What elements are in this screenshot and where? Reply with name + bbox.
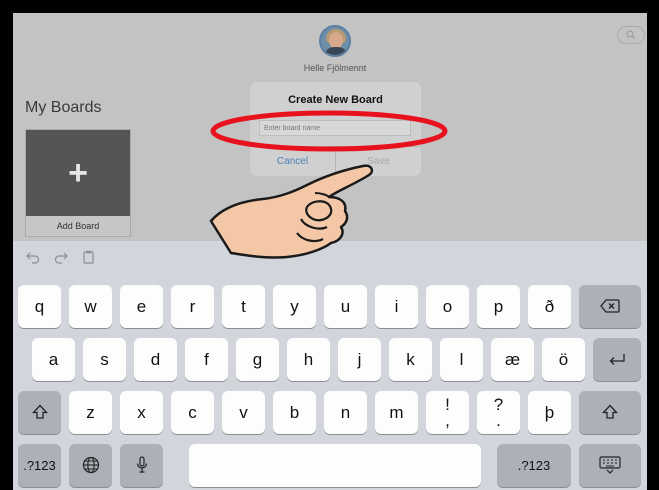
add-board-label: Add Board bbox=[26, 216, 130, 236]
save-button[interactable]: Save bbox=[336, 147, 421, 176]
shift-icon bbox=[31, 404, 48, 419]
key[interactable]: m bbox=[375, 391, 418, 434]
return-key[interactable] bbox=[593, 338, 641, 381]
key[interactable]: k bbox=[389, 338, 432, 381]
undo-icon[interactable] bbox=[25, 250, 41, 266]
plus-icon: + bbox=[68, 154, 88, 192]
key[interactable]: æ bbox=[491, 338, 534, 381]
user-avatar[interactable] bbox=[319, 25, 351, 57]
dictation-key[interactable] bbox=[120, 444, 163, 487]
shift-key-left[interactable] bbox=[18, 391, 61, 434]
key[interactable]: x bbox=[120, 391, 163, 434]
key[interactable]: l bbox=[440, 338, 483, 381]
return-icon bbox=[609, 354, 625, 365]
cancel-button[interactable]: Cancel bbox=[250, 147, 335, 176]
shift-icon bbox=[602, 404, 618, 419]
key[interactable]: c bbox=[171, 391, 214, 434]
backspace-key[interactable] bbox=[579, 285, 641, 328]
numbers-key-left[interactable]: .?123 bbox=[18, 444, 61, 487]
redo-icon[interactable] bbox=[53, 250, 69, 266]
backspace-icon bbox=[600, 299, 620, 313]
exclamation-comma-key[interactable]: ! , bbox=[426, 391, 469, 434]
key[interactable]: t bbox=[222, 285, 265, 328]
key[interactable]: z bbox=[69, 391, 112, 434]
key[interactable]: r bbox=[171, 285, 214, 328]
add-board-tile[interactable]: + Add Board bbox=[25, 129, 131, 237]
key[interactable]: q bbox=[18, 285, 61, 328]
key[interactable]: w bbox=[69, 285, 112, 328]
numbers-key-right[interactable]: .?123 bbox=[497, 444, 571, 487]
avatar-shirt bbox=[324, 47, 348, 55]
key[interactable]: ð bbox=[528, 285, 571, 328]
dialog-title: Create New Board bbox=[288, 94, 383, 106]
key[interactable]: b bbox=[273, 391, 316, 434]
app-background: Helle Fjölmennt My Boards + Add Board Cr… bbox=[13, 13, 647, 241]
hide-keyboard-key[interactable] bbox=[579, 444, 641, 487]
key[interactable]: a bbox=[32, 338, 75, 381]
question-period-key[interactable]: ? . bbox=[477, 391, 520, 434]
key-bottom-char: . bbox=[496, 411, 501, 430]
microphone-icon bbox=[136, 456, 147, 473]
onscreen-keyboard: q w e r t y u i o p ð a s d f g h j k l … bbox=[13, 241, 647, 490]
key[interactable]: v bbox=[222, 391, 265, 434]
board-name-input[interactable] bbox=[259, 120, 411, 136]
search-icon bbox=[626, 30, 636, 40]
key-bottom-char: , bbox=[445, 411, 450, 430]
shift-key-right[interactable] bbox=[579, 391, 641, 434]
key[interactable]: j bbox=[338, 338, 381, 381]
key[interactable]: n bbox=[324, 391, 367, 434]
my-boards-heading: My Boards bbox=[25, 99, 102, 116]
key[interactable]: ö bbox=[542, 338, 585, 381]
ipad-screen: Helle Fjölmennt My Boards + Add Board Cr… bbox=[13, 13, 647, 490]
key[interactable]: i bbox=[375, 285, 418, 328]
key[interactable]: g bbox=[236, 338, 279, 381]
key[interactable]: d bbox=[134, 338, 177, 381]
key[interactable]: þ bbox=[528, 391, 571, 434]
key[interactable]: p bbox=[477, 285, 520, 328]
key[interactable]: h bbox=[287, 338, 330, 381]
globe-key[interactable] bbox=[69, 444, 112, 487]
user-name: Helle Fjölmennt bbox=[303, 63, 367, 73]
key[interactable]: s bbox=[83, 338, 126, 381]
search-button[interactable] bbox=[617, 26, 645, 44]
keyboard-hide-icon bbox=[599, 456, 621, 474]
key[interactable]: o bbox=[426, 285, 469, 328]
key[interactable]: f bbox=[185, 338, 228, 381]
paste-icon[interactable] bbox=[81, 250, 97, 266]
space-bar[interactable] bbox=[189, 444, 481, 487]
keyboard-shortcut-bar bbox=[13, 241, 647, 275]
globe-icon bbox=[82, 456, 99, 474]
create-board-dialog: Create New Board Cancel Save bbox=[250, 82, 421, 176]
key[interactable]: e bbox=[120, 285, 163, 328]
key[interactable]: y bbox=[273, 285, 316, 328]
key[interactable]: u bbox=[324, 285, 367, 328]
